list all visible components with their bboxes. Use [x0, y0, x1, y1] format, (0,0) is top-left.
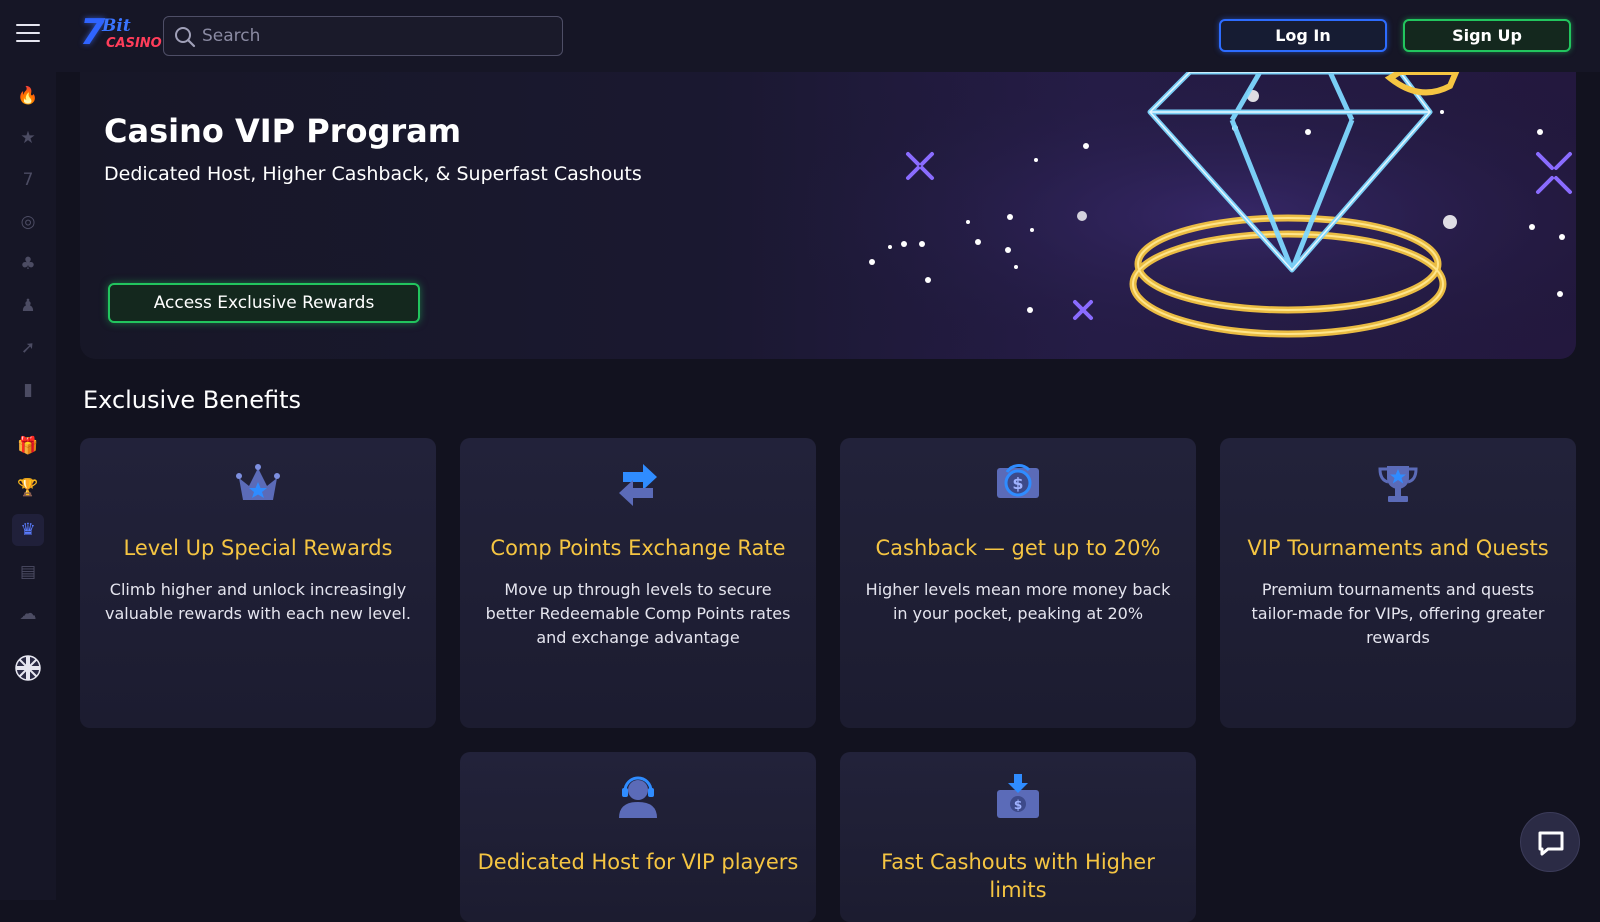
sidebar-item-slots[interactable]: 7 [12, 164, 44, 196]
benefit-description: Climb higher and unlock increasingly val… [104, 580, 412, 623]
gift-icon: 🎁 [17, 436, 39, 456]
benefit-card: $ Fast Cashouts with Higher limits [840, 752, 1196, 922]
sidebar: 🔥 ★ 7 ◎ ♣ ♟ ➚ ▮ 🎁 🏆 ♛ ▤ ☁ [0, 72, 56, 900]
language-selector[interactable] [12, 652, 44, 684]
trophy-icon: 🏆 [17, 478, 39, 498]
card-game-icon: ▮ [23, 380, 33, 400]
neon-diamond-illustration [720, 72, 1576, 359]
seven-icon: 7 [22, 170, 34, 190]
dealer-icon: ♟ [20, 296, 36, 316]
support-icon: ☁ [19, 604, 37, 624]
benefit-title: Fast Cashouts with Higher limits [881, 850, 1155, 902]
benefit-description: Premium tournaments and quests tailor-ma… [1251, 580, 1545, 647]
top-bar: 7 Bit CASINO Log In Sign Up [0, 0, 1600, 72]
sidebar-item-crash[interactable]: ➚ [12, 332, 44, 364]
search-box [163, 16, 563, 56]
cashback-icon: $ [997, 464, 1039, 498]
wallet-icon: ▤ [19, 562, 37, 582]
benefit-title: Dedicated Host for VIP players [477, 850, 799, 874]
sidebar-item-live-dealer[interactable]: ♟ [12, 290, 44, 322]
benefit-title: Comp Points Exchange Rate [490, 536, 786, 560]
logo[interactable]: 7 Bit CASINO [78, 12, 162, 56]
access-rewards-button[interactable]: Access Exclusive Rewards [108, 283, 420, 323]
sidebar-item-favorites[interactable]: ★ [12, 122, 44, 154]
trophy-star-icon [1378, 466, 1418, 502]
search-input[interactable] [202, 19, 552, 53]
vip-crown-icon: ♛ [20, 520, 36, 540]
sidebar-item-promotions[interactable]: 🎁 [12, 430, 44, 462]
benefit-description: Move up through levels to secure better … [485, 580, 791, 647]
search-icon [175, 27, 196, 48]
fire-icon: 🔥 [17, 86, 39, 106]
benefit-card: Dedicated Host for VIP players [460, 752, 816, 922]
signup-button[interactable]: Sign Up [1403, 19, 1571, 52]
roulette-icon: ◎ [20, 212, 36, 232]
hamburger-menu-icon[interactable] [16, 24, 40, 46]
sidebar-item-vip[interactable]: ♛ [12, 514, 44, 546]
benefit-card: VIP Tournaments and Quests Premium tourn… [1220, 438, 1576, 728]
svg-text:$: $ [1014, 798, 1022, 812]
logo-casino: CASINO [106, 36, 162, 51]
sidebar-item-card-games[interactable]: ▮ [12, 374, 44, 406]
benefit-card: Level Up Special Rewards Climb higher an… [80, 438, 436, 728]
section-title: Exclusive Benefits [83, 386, 302, 414]
sidebar-item-hot[interactable]: 🔥 [12, 80, 44, 112]
benefit-title: VIP Tournaments and Quests [1247, 536, 1549, 560]
cards-icon: ♣ [20, 254, 36, 274]
benefit-card: Comp Points Exchange Rate Move up throug… [460, 438, 816, 728]
vip-hero-banner: Casino VIP Program Dedicated Host, Highe… [80, 72, 1576, 359]
exchange-arrows-icon [619, 464, 657, 506]
benefit-card: $ Cashback — get up to 20% Higher levels… [840, 438, 1196, 728]
chat-icon [1538, 831, 1564, 856]
cashout-icon: $ [997, 774, 1039, 818]
login-button[interactable]: Log In [1219, 19, 1387, 52]
sidebar-item-roulette[interactable]: ◎ [12, 206, 44, 238]
crown-star-icon [236, 464, 280, 500]
sidebar-item-tournaments[interactable]: 🏆 [12, 472, 44, 504]
logo-bit: Bit [102, 16, 131, 36]
benefit-description: Higher levels mean more money back in yo… [865, 580, 1171, 623]
benefit-title: Cashback — get up to 20% [875, 536, 1161, 560]
rocket-icon: ➚ [20, 338, 36, 358]
svg-text:$: $ [1012, 474, 1023, 493]
host-headset-icon [619, 776, 657, 818]
sidebar-item-table-games[interactable]: ♣ [12, 248, 44, 280]
live-chat-button[interactable] [1520, 812, 1580, 872]
uk-flag-icon [15, 655, 41, 681]
benefit-title: Level Up Special Rewards [123, 536, 393, 560]
star-icon: ★ [20, 128, 36, 148]
hero-subtitle: Dedicated Host, Higher Cashback, & Super… [104, 163, 642, 185]
page-title: Casino VIP Program [104, 112, 462, 150]
sidebar-item-support[interactable]: ☁ [12, 598, 44, 630]
sidebar-item-banking[interactable]: ▤ [12, 556, 44, 588]
